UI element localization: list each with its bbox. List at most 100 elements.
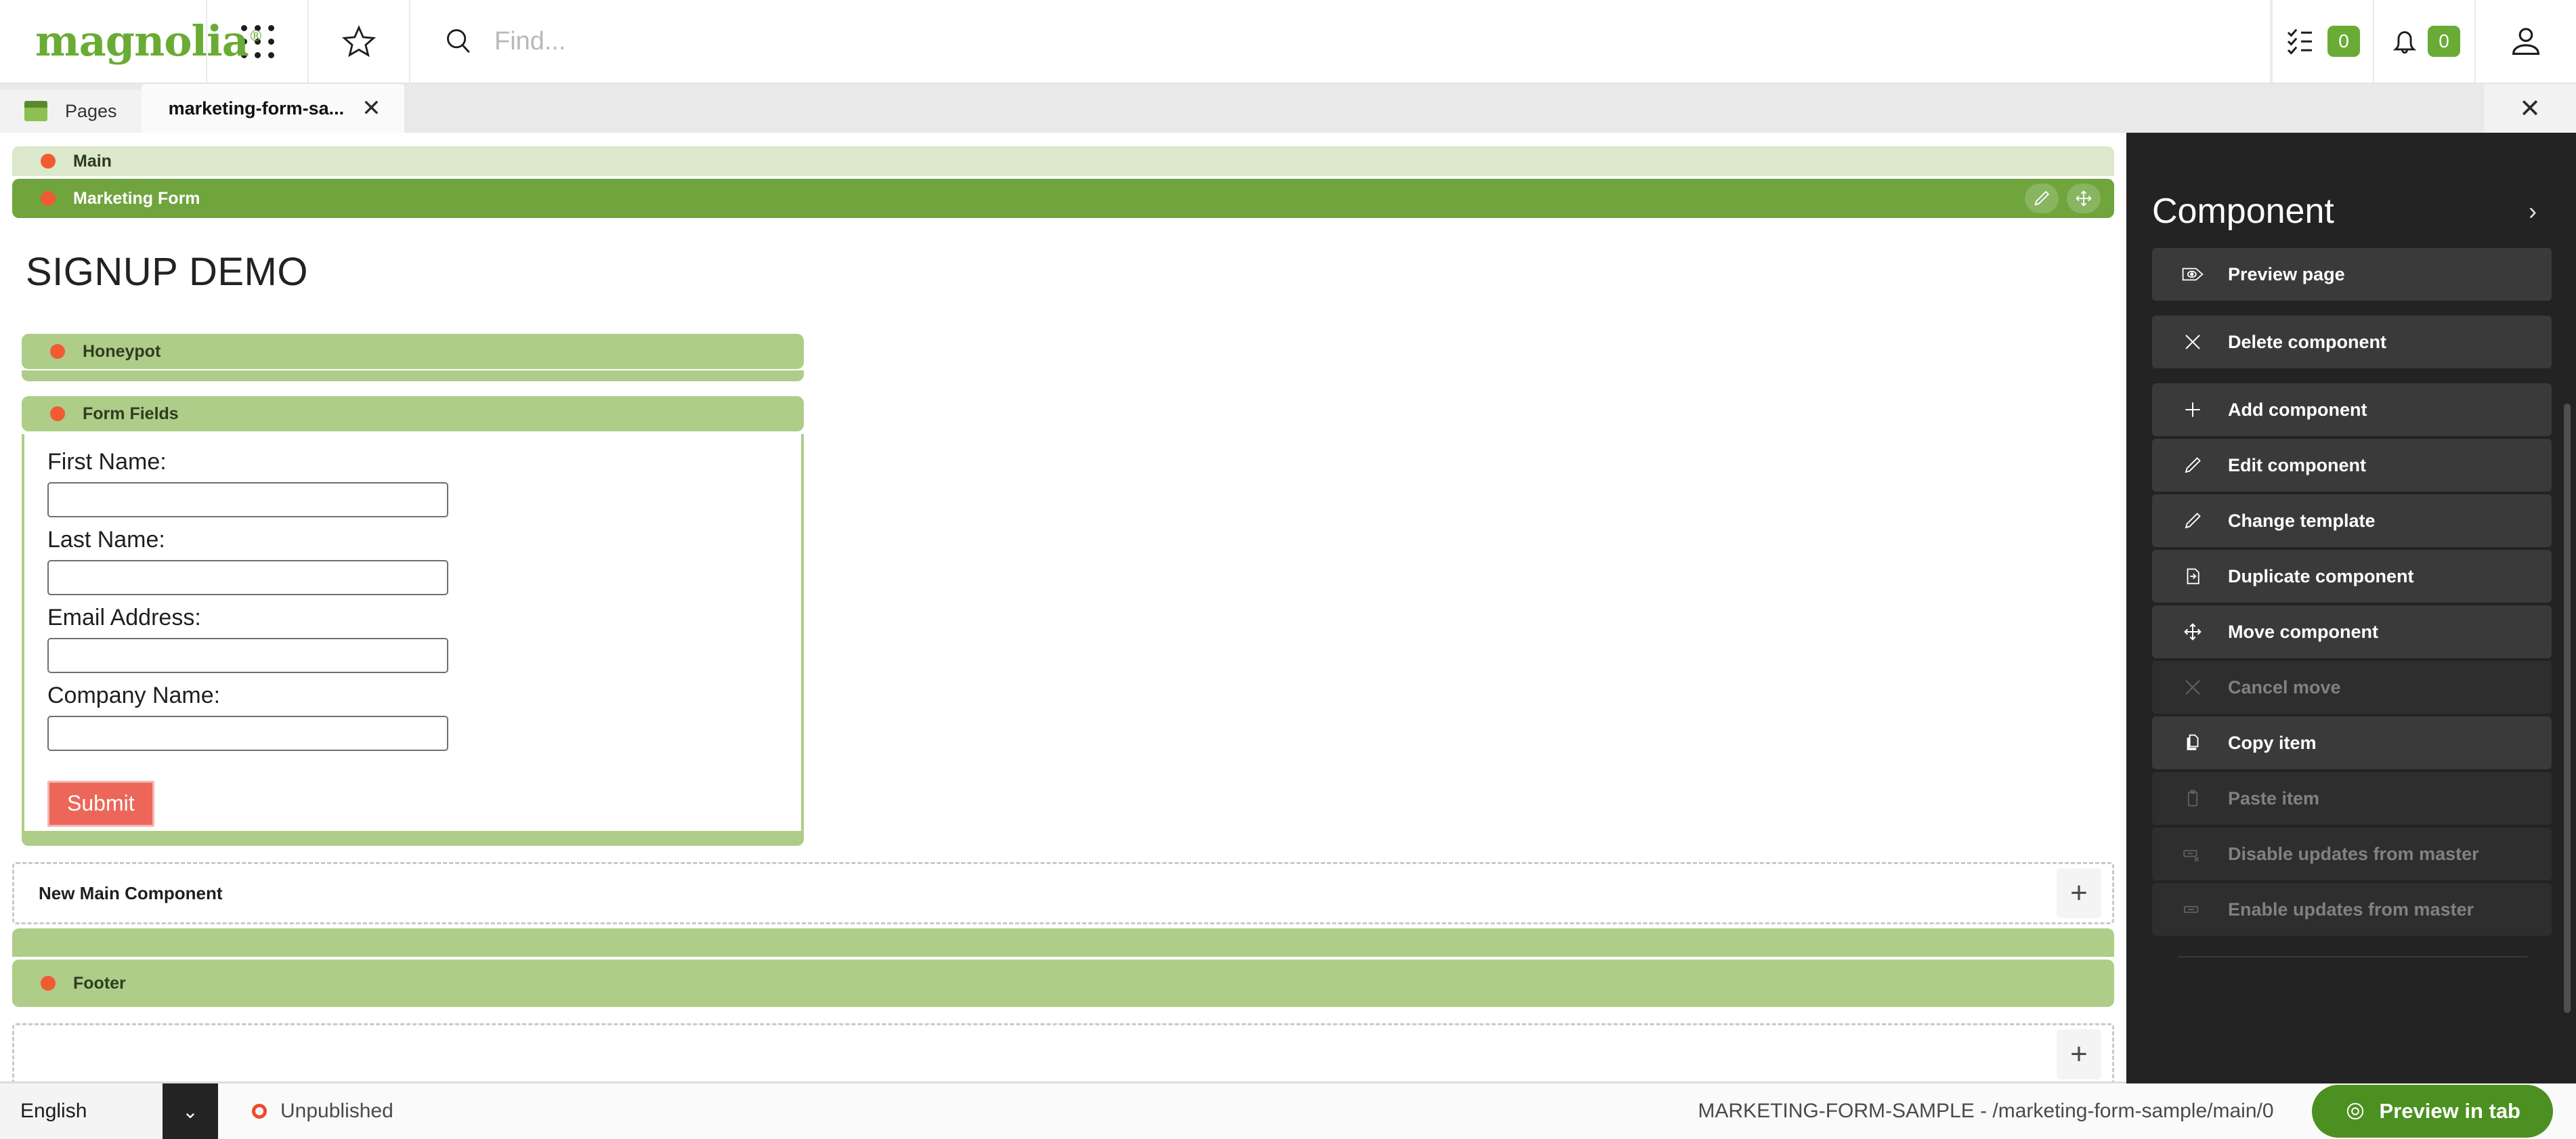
magnolia-logo[interactable]: magnolia®: [0, 0, 263, 83]
favorites-button[interactable]: [309, 0, 410, 83]
close-editor-button[interactable]: ✕: [2484, 84, 2576, 133]
chevron-right-icon[interactable]: ›: [2529, 199, 2537, 223]
panel-scrollbar[interactable]: [2564, 404, 2571, 1013]
pencil-icon: [2179, 452, 2206, 479]
edit-component-inline-button[interactable]: [2025, 184, 2059, 213]
add-main-component-button[interactable]: +: [2057, 868, 2101, 918]
action-duplicate-component[interactable]: Duplicate component: [2152, 550, 2552, 603]
first-name-label: First Name:: [47, 449, 167, 475]
new-main-component-placeholder[interactable]: New Main Component +: [12, 862, 2114, 924]
action-add-component[interactable]: Add component: [2152, 383, 2552, 436]
logo-registered-mark: ®: [248, 28, 263, 45]
user-menu-button[interactable]: [2474, 0, 2576, 83]
status-dot-icon: [41, 976, 56, 991]
area-bar-honeypot[interactable]: Honeypot: [22, 334, 804, 369]
area-form-fields[interactable]: Form Fields First Name: Last Name: Email…: [22, 396, 804, 846]
tab-marketing-form-sample[interactable]: marketing-form-sa... ✕: [141, 84, 404, 133]
action-enable-updates-label: Enable updates from master: [2228, 899, 2474, 920]
action-group-gap: [2152, 368, 2552, 383]
first-name-input[interactable]: [47, 482, 448, 517]
submit-row: Submit: [47, 781, 801, 831]
form-field-first-name: First Name:: [47, 449, 801, 517]
footer-area-top-strip: [12, 928, 2114, 957]
area-bar-form-fields[interactable]: Form Fields: [22, 396, 804, 431]
tab-pages-label: Pages: [65, 100, 117, 121]
status-bar: English ⌄ Unpublished MARKETING-FORM-SAM…: [0, 1083, 2576, 1139]
pencil-icon: [2034, 190, 2050, 206]
action-delete-component[interactable]: Delete component: [2152, 316, 2552, 368]
action-copy-item-label: Copy item: [2228, 732, 2317, 753]
action-preview-page-label: Preview page: [2228, 263, 2345, 284]
link-off-icon: [2179, 840, 2206, 867]
submit-button[interactable]: Submit: [47, 781, 154, 827]
move-arrows-icon: [2179, 618, 2206, 645]
pencil-icon: [2179, 507, 2206, 534]
area-form-fields-label-group: Form Fields: [22, 404, 179, 424]
checklist-icon: [2287, 28, 2312, 55]
action-move-component[interactable]: Move component: [2152, 605, 2552, 658]
form-fields-list: First Name: Last Name: Email Address: Co…: [24, 434, 801, 831]
language-selector[interactable]: English ⌄: [0, 1083, 218, 1139]
action-enable-updates-from-master: Enable updates from master: [2152, 883, 2552, 936]
area-footer-label-group: Footer: [12, 974, 126, 993]
last-name-input[interactable]: [47, 560, 448, 595]
action-edit-component[interactable]: Edit component: [2152, 439, 2552, 492]
tab-pages[interactable]: Pages: [0, 89, 142, 133]
tab-bar: Pages marketing-form-sa... ✕ ✕: [0, 84, 2576, 133]
action-delete-component-label: Delete component: [2228, 331, 2387, 352]
area-honeypot[interactable]: Honeypot: [22, 334, 804, 381]
area-honeypot-body: [22, 370, 804, 381]
component-marketing-form-label-group: Marketing Form: [12, 189, 200, 209]
tab-close-icon[interactable]: ✕: [362, 97, 381, 120]
page-canvas-content: Main Marketing Form SIGNUP DEMO Honeypot…: [0, 146, 2126, 1081]
copy-icon: [2179, 729, 2206, 756]
action-change-template[interactable]: Change template: [2152, 494, 2552, 547]
language-selector-value: English: [0, 1083, 163, 1139]
action-duplicate-component-label: Duplicate component: [2228, 565, 2414, 586]
company-name-input[interactable]: [47, 716, 448, 751]
magnolia-page-editor: magnolia® Find... 0 0 Pages marketing-fo…: [0, 0, 2576, 1139]
action-change-template-label: Change template: [2228, 510, 2376, 531]
tasks-count-badge: 0: [2327, 26, 2360, 57]
search-placeholder: Find...: [494, 26, 566, 56]
status-dot-icon: [50, 344, 65, 359]
area-form-fields-body: First Name: Last Name: Email Address: Co…: [22, 434, 804, 846]
page-canvas[interactable]: Main Marketing Form SIGNUP DEMO Honeypot…: [0, 133, 2126, 1083]
search-input[interactable]: Find...: [410, 0, 2271, 83]
tasks-button[interactable]: 0: [2271, 0, 2373, 83]
move-component-inline-button[interactable]: [2067, 184, 2101, 213]
email-address-label: Email Address:: [47, 605, 201, 630]
component-marketing-form-label: Marketing Form: [73, 188, 200, 208]
move-arrows-icon: [2076, 190, 2092, 207]
component-bar-marketing-form[interactable]: Marketing Form: [12, 179, 2114, 218]
action-paste-item-label: Paste item: [2228, 788, 2320, 809]
action-edit-component-label: Edit component: [2228, 454, 2366, 475]
plus-icon: [2179, 396, 2206, 423]
page-title: SIGNUP DEMO: [26, 250, 308, 294]
area-bar-footer[interactable]: Footer: [12, 960, 2114, 1007]
area-main-label-group: Main: [12, 152, 112, 171]
form-field-last-name: Last Name:: [47, 527, 801, 595]
search-icon: [447, 29, 470, 53]
action-disable-updates-from-master: Disable updates from master: [2152, 828, 2552, 880]
action-move-component-label: Move component: [2228, 621, 2379, 642]
action-copy-item[interactable]: Copy item: [2152, 716, 2552, 769]
chevron-down-icon[interactable]: ⌄: [163, 1083, 218, 1139]
add-footer-component-button[interactable]: +: [2057, 1029, 2101, 1079]
email-address-input[interactable]: [47, 638, 448, 673]
notifications-button[interactable]: 0: [2373, 0, 2474, 83]
logo-wordmark: magnolia®: [35, 20, 263, 62]
close-x-icon: [2179, 328, 2206, 356]
area-bar-main[interactable]: Main: [12, 146, 2114, 176]
component-panel-title: Component: [2152, 192, 2334, 231]
action-preview-page[interactable]: Preview page: [2152, 248, 2552, 301]
clipboard-icon: [2179, 785, 2206, 812]
status-dot-icon: [50, 406, 65, 421]
publication-status-label: Unpublished: [280, 1100, 393, 1122]
area-form-fields-label: Form Fields: [83, 404, 179, 423]
action-add-component-label: Add component: [2228, 399, 2367, 420]
link-icon: [2179, 896, 2206, 923]
new-footer-component-placeholder[interactable]: +: [12, 1023, 2114, 1081]
form-field-email-address: Email Address:: [47, 605, 801, 673]
preview-in-tab-button[interactable]: Preview in tab: [2311, 1085, 2553, 1138]
